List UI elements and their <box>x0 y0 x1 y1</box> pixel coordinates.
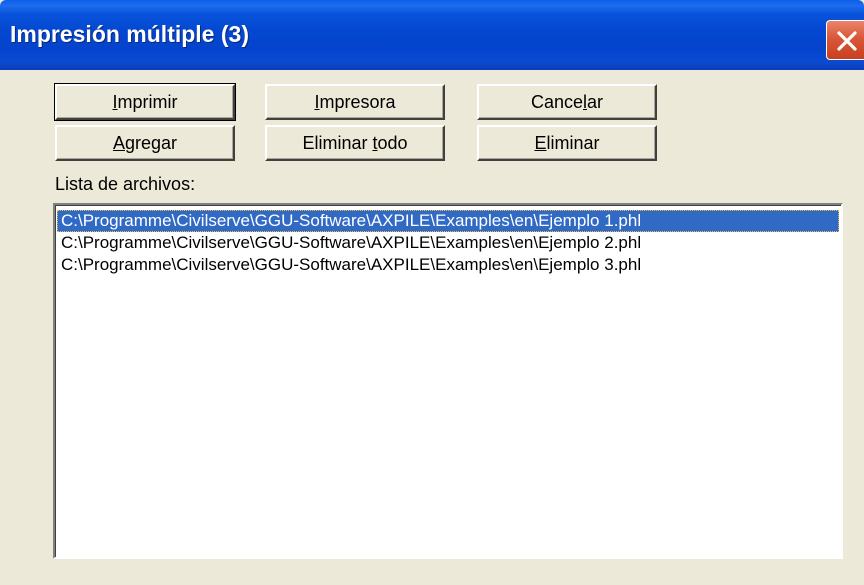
cancel-label-post: ar <box>587 92 604 112</box>
list-item[interactable]: C:\Programme\Civilserve\GGU-Software\AXP… <box>57 254 839 276</box>
printer-label-post: mpresora <box>319 92 396 112</box>
multiple-print-dialog: Impresión múltiple (3) Imprimir Impresor… <box>0 0 864 585</box>
print-button[interactable]: Imprimir <box>54 83 236 121</box>
delete-all-button[interactable]: Eliminar todo <box>265 125 445 161</box>
add-label-accel: A <box>112 133 125 153</box>
delete-all-label-pre: Eliminar <box>302 133 373 153</box>
file-list[interactable]: C:\Programme\Civilserve\GGU-Software\AXP… <box>53 203 843 559</box>
delete-label-accel: E <box>534 133 547 153</box>
add-label-post: gregar <box>124 133 178 153</box>
close-button[interactable] <box>826 20 864 60</box>
file-list-items: C:\Programme\Civilserve\GGU-Software\AXP… <box>55 205 841 276</box>
cancel-label-pre: Cance <box>530 92 583 112</box>
list-item[interactable]: C:\Programme\Civilserve\GGU-Software\AXP… <box>57 210 839 232</box>
delete-label-post: liminar <box>546 133 600 153</box>
cancel-button[interactable]: Cancelar <box>477 84 657 120</box>
print-label-post: mprimir <box>117 92 178 112</box>
delete-all-label-post: odo <box>377 133 408 153</box>
dialog-title: Impresión múltiple (3) <box>10 21 249 47</box>
printer-button[interactable]: Impresora <box>265 84 445 120</box>
delete-button[interactable]: Eliminar <box>477 125 657 161</box>
title-bar[interactable]: Impresión múltiple (3) <box>0 0 864 70</box>
list-item[interactable]: C:\Programme\Civilserve\GGU-Software\AXP… <box>57 232 839 254</box>
close-icon <box>837 31 857 51</box>
file-list-label: Lista de archivos: <box>55 174 196 194</box>
add-button[interactable]: Agregar <box>55 125 235 161</box>
